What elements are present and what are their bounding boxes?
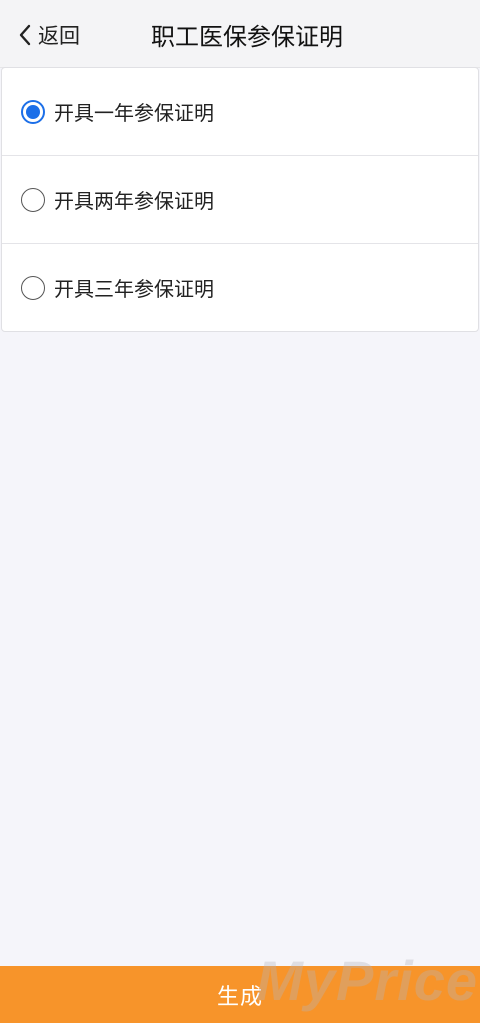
generate-button-label: 生成 (216, 984, 263, 1010)
option-label: 开具两年参保证明 (54, 189, 214, 213)
radio-selected-icon[interactable] (21, 99, 45, 124)
option-one-year[interactable]: 开具一年参保证明 (2, 68, 478, 156)
radio-unselected-icon[interactable] (21, 187, 45, 212)
page-title: 职工医保参保证明 (151, 23, 343, 51)
radio-unselected-icon[interactable] (21, 275, 45, 300)
option-two-years[interactable]: 开具两年参保证明 (2, 156, 478, 244)
option-label: 开具三年参保证明 (54, 277, 214, 301)
certificate-option-list: 开具一年参保证明 开具两年参保证明 开具三年参保证明 (1, 67, 479, 332)
option-label: 开具一年参保证明 (54, 101, 214, 125)
top-nav-bar: 返回 职工医保参保证明 (0, 0, 480, 68)
option-three-years[interactable]: 开具三年参保证明 (2, 244, 478, 331)
generate-button[interactable]: 生成 (0, 966, 480, 1023)
